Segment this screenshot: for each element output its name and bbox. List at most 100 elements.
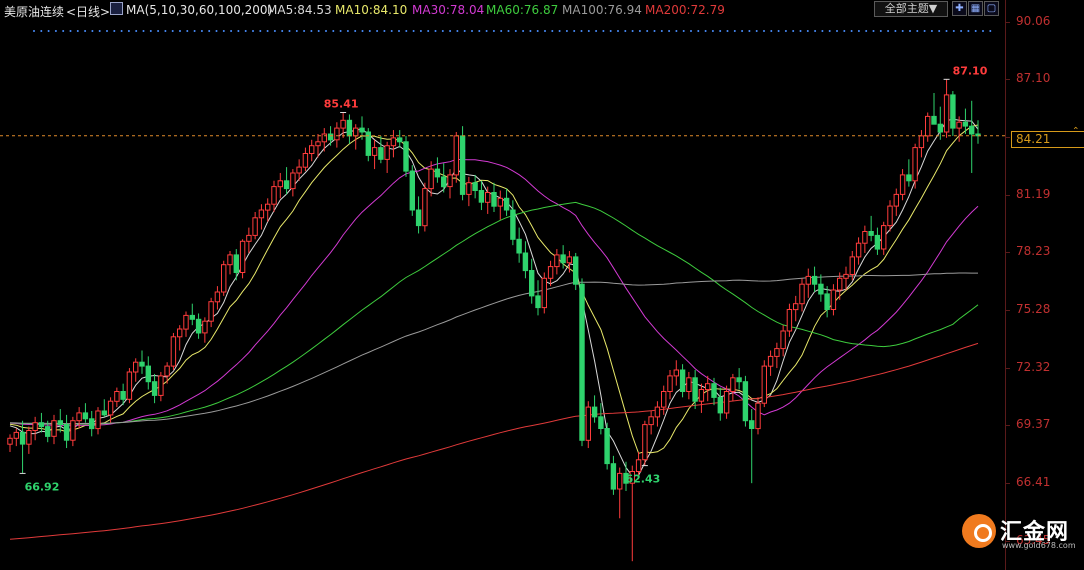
candle-body — [434, 168, 441, 178]
marker-dot — [441, 30, 444, 32]
marker-dot — [346, 30, 349, 32]
candle-body — [359, 127, 365, 133]
current-price-box: 84.21 — [1011, 131, 1084, 148]
candle-body — [390, 137, 397, 147]
candle-body — [598, 416, 604, 429]
marker-dot — [98, 30, 101, 32]
candle-body — [309, 145, 315, 154]
candle-body — [491, 192, 497, 207]
candle-body — [459, 135, 466, 195]
candle-body — [95, 410, 101, 430]
marker-dot — [930, 30, 933, 32]
candle-body — [57, 420, 63, 426]
price-plot: ⌃66.9285.4162.4387.10 — [0, 30, 1080, 562]
candle-body — [252, 217, 258, 236]
marker-dot — [690, 30, 692, 32]
candle-body — [133, 361, 139, 373]
marker-dot — [544, 30, 546, 32]
candle-body — [774, 348, 780, 357]
marker-dot — [273, 30, 276, 32]
candle-body — [82, 412, 89, 420]
marker-dot — [84, 30, 87, 32]
marker-dot — [390, 30, 393, 32]
marker-dot — [200, 30, 203, 32]
candle-body — [654, 406, 661, 418]
marker-dot — [310, 30, 313, 32]
candle-body — [529, 270, 535, 297]
candle-body — [472, 182, 478, 191]
candle-body — [422, 188, 428, 227]
candle-body — [63, 424, 70, 441]
marker-dot — [836, 30, 838, 32]
marker-dot — [186, 30, 189, 32]
candle-body — [887, 205, 893, 227]
candle-body — [353, 127, 359, 137]
marker-dot — [471, 30, 473, 32]
marker-dot — [507, 30, 510, 32]
marker-dot — [989, 30, 992, 32]
candle-body — [868, 231, 874, 236]
marker-dot — [463, 30, 466, 32]
candle-body — [566, 256, 573, 264]
marker-dot — [916, 30, 919, 32]
marker-dot — [806, 30, 809, 32]
candle-body — [447, 174, 453, 188]
marker-dot — [704, 30, 707, 32]
marker-dot — [339, 30, 342, 32]
price-tick-mark — [1005, 137, 1010, 138]
marker-dot — [894, 30, 897, 32]
price-tick-label: 78.23 — [1016, 244, 1051, 258]
candle-body — [818, 283, 824, 295]
candle-body — [32, 422, 38, 432]
candle-body — [164, 365, 170, 377]
marker-dot — [33, 30, 35, 32]
marker-dot — [193, 30, 196, 32]
marker-dot — [668, 30, 671, 32]
candle-body — [535, 295, 541, 309]
candle-body — [522, 252, 529, 272]
candle-body — [661, 391, 667, 408]
marker-dot — [40, 30, 43, 32]
marker-dot — [69, 30, 72, 32]
candle-body — [378, 147, 384, 160]
candle-body — [824, 293, 830, 310]
candle-body — [503, 197, 510, 211]
candle-body — [767, 355, 774, 367]
candle-body — [403, 141, 409, 172]
candle-body — [642, 424, 648, 461]
candle-body — [302, 153, 309, 168]
price-tick-mark — [1005, 368, 1010, 369]
marker-dot — [427, 30, 430, 32]
candle-body — [554, 254, 560, 268]
candle-body — [202, 320, 208, 334]
candle-body — [906, 174, 912, 182]
candle-body — [736, 377, 742, 383]
candle-body — [648, 416, 654, 426]
marker-dot — [609, 30, 612, 32]
candle-body — [956, 121, 962, 129]
marker-dot — [558, 30, 561, 32]
candle-body — [799, 283, 805, 305]
marker-dot — [376, 30, 379, 32]
marker-dot — [412, 30, 415, 32]
marker-dot — [631, 30, 634, 32]
marker-dot — [303, 30, 306, 32]
candle-body — [296, 166, 302, 174]
price-tick-label: 72.32 — [1016, 360, 1051, 374]
candle-body — [26, 430, 32, 445]
marker-dot — [478, 30, 481, 32]
price-tick-mark — [1005, 252, 1010, 253]
candle-body — [717, 396, 723, 414]
candle-body — [925, 115, 931, 137]
candle-body — [918, 135, 925, 149]
marker-dot — [244, 30, 247, 32]
marker-dot — [127, 30, 130, 32]
marker-dot — [792, 30, 795, 32]
marker-dot — [843, 30, 846, 32]
candle-body — [327, 133, 334, 141]
marker-dot — [675, 30, 678, 32]
candle-body — [610, 463, 617, 490]
marker-dot — [288, 30, 291, 32]
marker-dot — [763, 30, 765, 32]
marker-dot — [857, 30, 860, 32]
